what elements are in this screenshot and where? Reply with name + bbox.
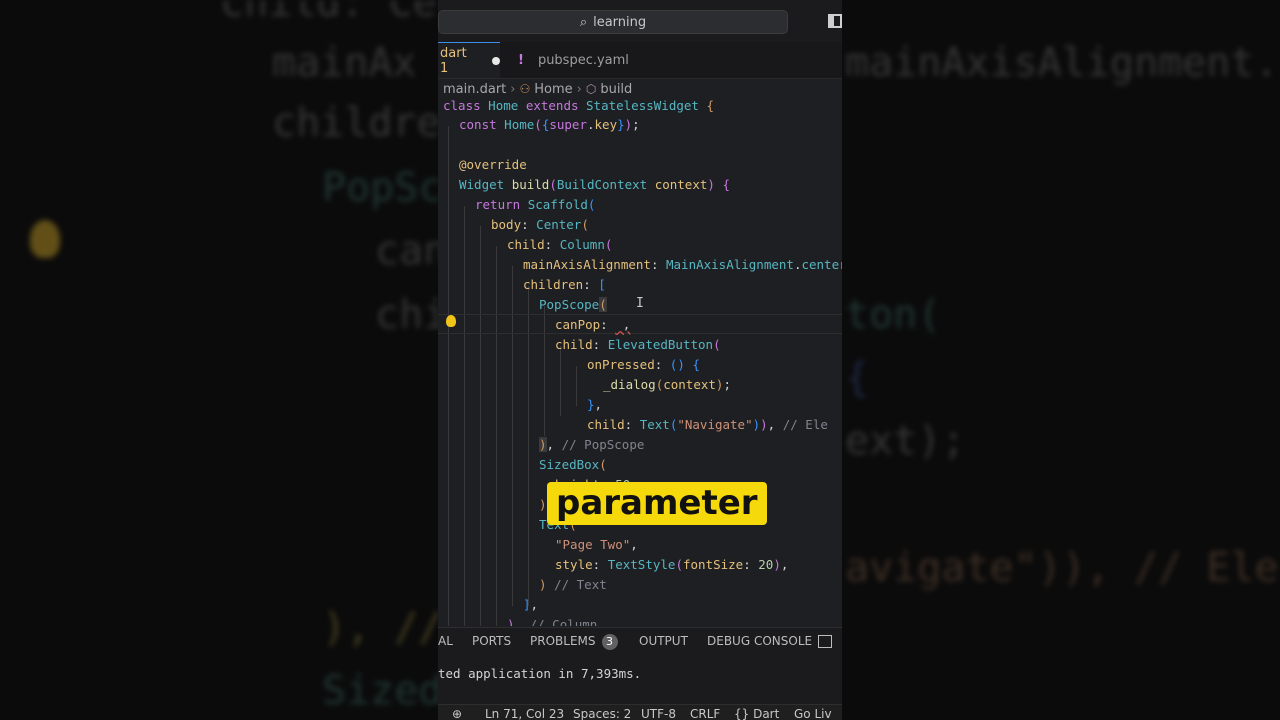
current-line-highlight [438, 314, 842, 334]
code-line: @override [459, 157, 527, 172]
command-center-search[interactable]: ⌕ learning [438, 10, 788, 34]
code-line: }, [587, 397, 603, 412]
lightbulb-icon [30, 220, 60, 258]
indent-guide [496, 246, 497, 626]
toggle-sidebar-icon[interactable] [828, 14, 842, 28]
code-area[interactable]: class Home extends StatelessWidget { con… [438, 96, 842, 626]
code-line: child: Column( [507, 237, 613, 252]
class-symbol-icon: ⚇ [519, 82, 531, 96]
tab-output[interactable]: OUTPUT [639, 634, 688, 648]
code-line: "Page Two", [555, 537, 638, 552]
chevron-right-icon: › [510, 81, 516, 97]
zoom-icon[interactable]: ⊕ [452, 707, 462, 720]
bg-text: ), // [322, 605, 443, 651]
tab-label: pubspec.yaml [537, 52, 629, 68]
indentation-setting[interactable]: Spaces: 2 [573, 707, 631, 720]
code-line: PopScope( [539, 297, 607, 312]
bg-text: child: Ce [220, 0, 437, 26]
code-line: _dialog(context); [603, 377, 731, 392]
tab-main-dart[interactable]: dart 1 [438, 42, 500, 78]
lightbulb-icon[interactable] [446, 315, 456, 327]
code-line: body: Center( [491, 217, 589, 232]
code-line: children: [ [523, 277, 606, 292]
panel-tabs: AL PORTS PROBLEMS 3 OUTPUT DEBUG CONSOLE [438, 627, 842, 656]
bg-text: Sized [322, 668, 443, 714]
eol-setting[interactable]: CRLF [690, 707, 720, 720]
cursor-position[interactable]: Ln 71, Col 23 [485, 707, 564, 720]
title-bar: ⌕ learning [438, 0, 842, 42]
code-line: SizedBox( [539, 457, 607, 472]
bg-text: avigate")), // Ele [845, 545, 1279, 591]
breadcrumb-class[interactable]: Home [534, 82, 572, 97]
method-symbol-icon: ⬡ [585, 82, 597, 96]
chevron-right-icon: › [576, 81, 582, 97]
code-line: Widget build(BuildContext context) { [459, 177, 730, 192]
unsaved-dot-icon[interactable] [492, 56, 500, 65]
tab-ports[interactable]: PORTS [472, 634, 511, 648]
tab-pubspec[interactable]: ! pubspec.yaml [518, 42, 629, 78]
bg-text: mainAxisAlignment.cen [845, 40, 1280, 86]
tab-debug-console[interactable]: DEBUG CONSOLE [707, 634, 812, 648]
bg-text: ton( [845, 292, 942, 338]
code-line: ], [523, 597, 539, 612]
bg-text: childre [272, 100, 441, 146]
terminal-icon[interactable] [818, 635, 832, 648]
indent-guide [576, 366, 577, 406]
terminal-line: ted application in 7,393ms. [438, 666, 642, 681]
search-label: learning [593, 14, 647, 30]
breadcrumb-file[interactable]: main.dart [443, 82, 506, 97]
indent-guide [480, 226, 481, 626]
code-line: const Home({super.key}); [459, 117, 640, 132]
status-bar: ⊕ Ln 71, Col 23 Spaces: 2 UTF-8 CRLF {} … [438, 704, 842, 720]
tab-label: dart 1 [440, 45, 467, 76]
indent-guide [464, 206, 465, 626]
code-line: canPop: , [555, 317, 631, 332]
bg-text: { [845, 355, 870, 401]
bg-text: chi [375, 292, 448, 338]
code-line: ), // Column [507, 617, 598, 626]
code-line: onPressed: () { [587, 357, 700, 372]
code-line: child: ElevatedButton( [555, 337, 721, 352]
code-line: ), // PopScope [539, 437, 645, 452]
search-icon: ⌕ [579, 14, 588, 30]
breadcrumb-method[interactable]: build [600, 82, 632, 97]
code-line: style: TextStyle(fontSize: 20), [555, 557, 789, 572]
code-line: class Home extends StatelessWidget { [443, 98, 714, 113]
encoding-setting[interactable]: UTF-8 [641, 707, 676, 720]
yaml-file-icon: ! [518, 52, 524, 68]
code-editor-window: ⌕ learning dart 1 ! pubspec.yaml main.da… [438, 0, 842, 720]
indent-guide [448, 126, 449, 626]
video-caption: parameter [547, 482, 767, 525]
code-line: return Scaffold( [475, 197, 596, 212]
tab-terminal[interactable]: AL [438, 634, 453, 648]
indent-guide [560, 346, 561, 416]
tab-problems[interactable]: PROBLEMS 3 [530, 634, 618, 650]
bg-text: ext); [845, 418, 966, 464]
indent-guide [528, 286, 529, 606]
problems-count-badge: 3 [601, 634, 618, 650]
go-live-button[interactable]: Go Liv [794, 707, 832, 720]
language-mode[interactable]: {} Dart [734, 707, 779, 720]
code-line: mainAxisAlignment: MainAxisAlignment.cen… [523, 257, 842, 272]
tab-problems-label: PROBLEMS [530, 634, 596, 648]
terminal-output[interactable]: ted application in 7,393ms. [438, 656, 842, 704]
editor-tabs: dart 1 ! pubspec.yaml [438, 42, 842, 79]
code-line: child: Text("Navigate")), // Ele [587, 417, 828, 432]
bg-text: mainAx [272, 40, 417, 86]
bg-text: can [375, 228, 448, 274]
code-line: ) // Text [539, 577, 607, 592]
text-cursor-icon: I [636, 296, 644, 311]
